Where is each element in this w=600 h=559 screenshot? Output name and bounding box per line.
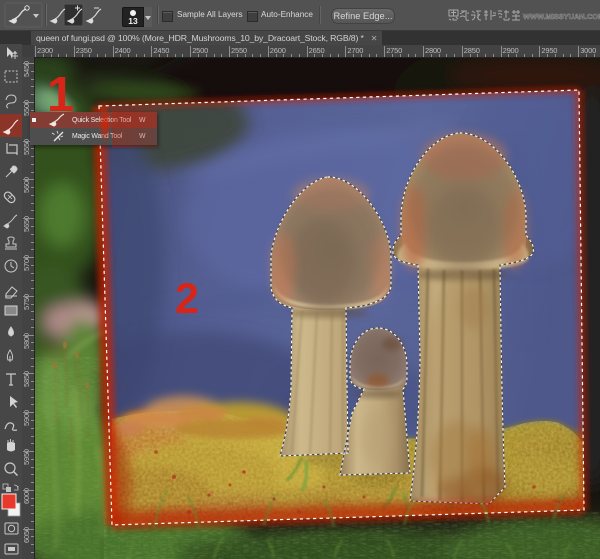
svg-text:2: 2 (175, 275, 199, 323)
